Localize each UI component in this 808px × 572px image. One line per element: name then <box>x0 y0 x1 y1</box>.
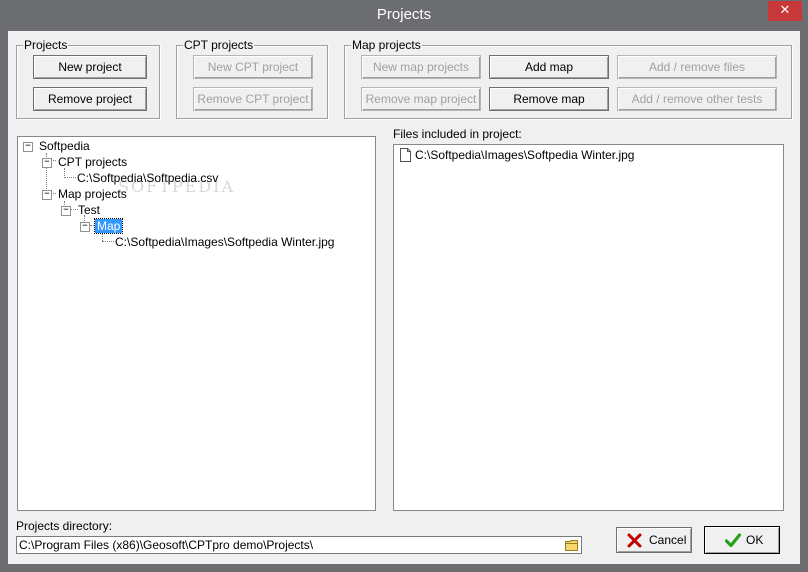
projects-group-label: Projects <box>23 38 69 52</box>
title-bar[interactable]: Projects ✕ <box>0 0 808 31</box>
add-remove-other-tests-button[interactable]: Add / remove other tests <box>617 87 777 111</box>
collapse-toggle-icon[interactable]: − <box>23 142 33 152</box>
tree-node-softpedia[interactable]: Softpedia <box>39 139 90 153</box>
file-list-item[interactable]: C:\Softpedia\Images\Softpedia Winter.jpg <box>397 147 777 163</box>
remove-map-project-button[interactable]: Remove map project <box>361 87 481 111</box>
files-included-label: Files included in project: <box>393 127 522 141</box>
cancel-button[interactable]: Cancel <box>616 527 692 553</box>
new-project-button[interactable]: New project <box>33 55 147 79</box>
close-button[interactable]: ✕ <box>768 1 802 21</box>
tree-node-map-projects[interactable]: Map projects <box>58 187 127 201</box>
project-tree[interactable]: SOFTPEDIA − Softpedia − CPT projects C:\… <box>17 136 376 511</box>
cancel-x-icon <box>627 533 642 548</box>
projects-directory-value: C:\Program Files (x86)\Geosoft\CPTpro de… <box>19 538 314 552</box>
tree-node-map-file[interactable]: C:\Softpedia\Images\Softpedia Winter.jpg <box>115 235 334 249</box>
files-list[interactable]: C:\Softpedia\Images\Softpedia Winter.jpg <box>393 144 784 511</box>
cancel-label: Cancel <box>649 533 687 547</box>
ok-label: OK <box>746 533 764 547</box>
dialog-client-area: Projects New project Remove project CPT … <box>8 31 800 564</box>
map-projects-group: Map projects New map projects Remove map… <box>344 38 792 119</box>
tree-node-cpt-projects[interactable]: CPT projects <box>58 155 127 169</box>
collapse-toggle-icon[interactable]: − <box>42 158 52 168</box>
remove-map-button[interactable]: Remove map <box>489 87 609 111</box>
folder-browse-icon[interactable] <box>565 539 579 551</box>
projects-directory-field[interactable]: C:\Program Files (x86)\Geosoft\CPTpro de… <box>16 536 582 554</box>
remove-cpt-project-button[interactable]: Remove CPT project <box>193 87 313 111</box>
checkmark-icon <box>725 533 741 548</box>
ok-button[interactable]: OK <box>704 526 780 554</box>
tree-node-test[interactable]: Test <box>78 203 100 217</box>
file-icon <box>400 148 411 162</box>
tree-node-cpt-file[interactable]: C:\Softpedia\Softpedia.csv <box>77 171 218 185</box>
collapse-toggle-icon[interactable]: − <box>61 206 71 216</box>
projects-window: Projects ✕ Projects New project Remove p… <box>0 0 808 572</box>
projects-group: Projects New project Remove project <box>16 38 160 119</box>
projects-directory-label: Projects directory: <box>16 519 113 533</box>
cpt-projects-group: CPT projects New CPT project Remove CPT … <box>176 38 328 119</box>
collapse-toggle-icon[interactable]: − <box>80 222 90 232</box>
add-remove-files-button[interactable]: Add / remove files <box>617 55 777 79</box>
file-name: C:\Softpedia\Images\Softpedia Winter.jpg <box>415 148 635 162</box>
tree-node-map-selected[interactable]: Map <box>93 218 124 234</box>
new-cpt-project-button[interactable]: New CPT project <box>193 55 313 79</box>
collapse-toggle-icon[interactable]: − <box>42 190 52 200</box>
new-map-projects-button[interactable]: New map projects <box>361 55 481 79</box>
remove-project-button[interactable]: Remove project <box>33 87 147 111</box>
add-map-button[interactable]: Add map <box>489 55 609 79</box>
window-title: Projects <box>376 6 432 23</box>
cpt-projects-group-label: CPT projects <box>183 38 255 52</box>
map-projects-group-label: Map projects <box>351 38 422 52</box>
